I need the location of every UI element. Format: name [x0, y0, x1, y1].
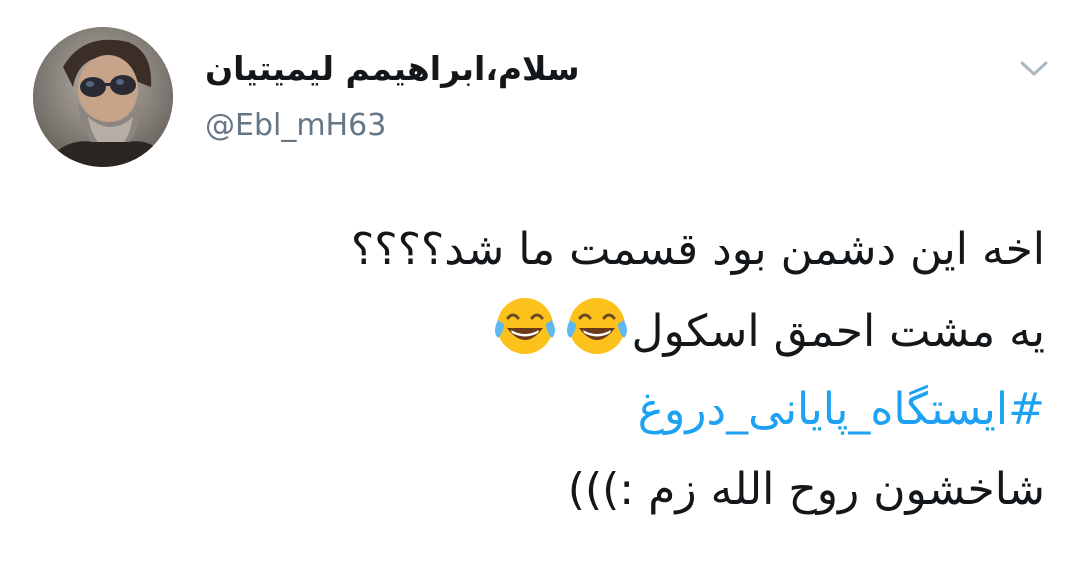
avatar[interactable] [33, 27, 173, 167]
hashtag-link[interactable]: #ایستگاه_پایانی_دروغ [638, 384, 1045, 435]
tweet-line: #ایستگاه_پایانی_دروغ [65, 370, 1045, 450]
profile-photo [33, 27, 173, 167]
chevron-down-icon [1020, 61, 1048, 76]
tweet-line: شاخشون روح الله زم :))) [567, 464, 1045, 515]
tears-of-joy-emoji-icon [490, 290, 560, 360]
tears-of-joy-emoji-icon [562, 290, 632, 360]
tweet-menu-button[interactable] [1016, 54, 1052, 82]
author-display-name[interactable]: سلام،ابراهیمم لیمیتیان [205, 44, 725, 94]
tweet-text: اخه این دشمن بود قسمت ما شد؟؟؟؟ یه مشت ا… [65, 210, 1045, 530]
author-block: سلام،ابراهیمم لیمیتیان @Ebl_mH63 [205, 44, 725, 146]
author-handle[interactable]: @Ebl_mH63 [205, 106, 725, 146]
tweet-line-text: یه مشت احمق اسکول [631, 306, 1045, 357]
tweet-card: سلام،ابراهیمم لیمیتیان @Ebl_mH63 اخه این… [0, 0, 1080, 569]
tweet-line: اخه این دشمن بود قسمت ما شد؟؟؟؟ [350, 224, 1045, 275]
tweet-line: یه مشت احمق اسکول [65, 290, 1045, 370]
